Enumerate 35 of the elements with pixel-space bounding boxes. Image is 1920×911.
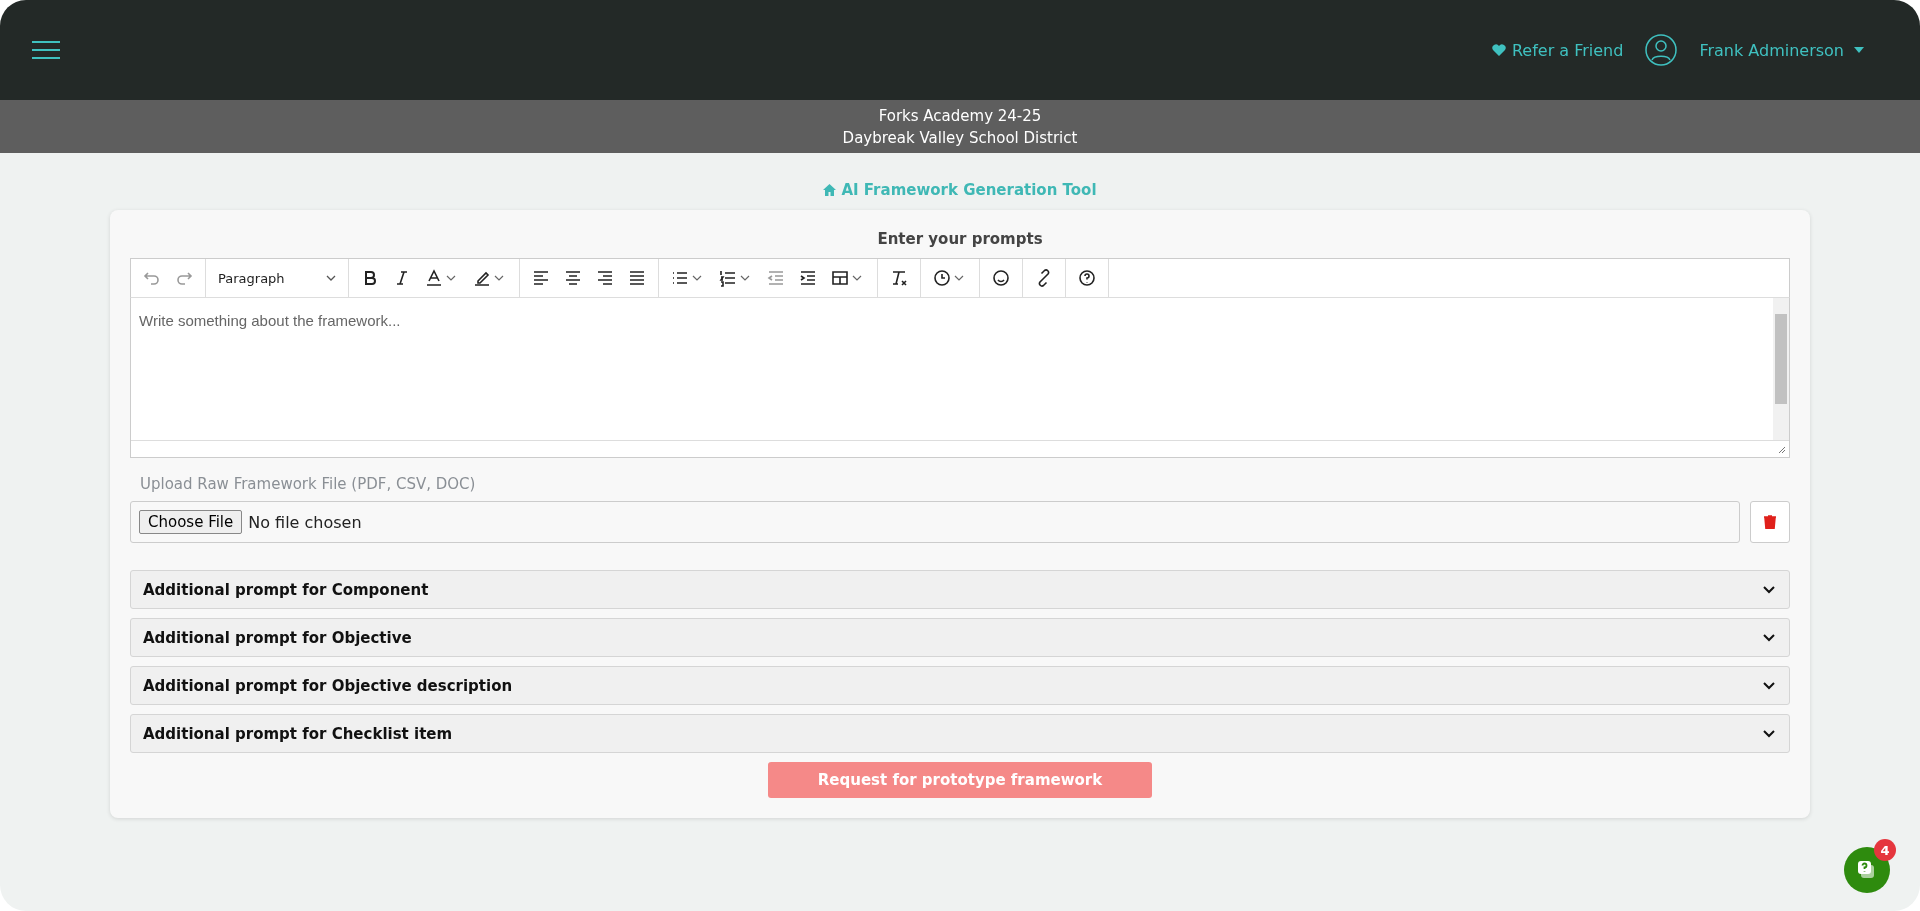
chevron-icon bbox=[1763, 729, 1775, 738]
accordion-title: Additional prompt for Objective bbox=[143, 628, 412, 647]
scrollbar[interactable] bbox=[1773, 298, 1789, 440]
notification-badge: 4 bbox=[1874, 839, 1896, 861]
chevron-icon bbox=[1763, 681, 1775, 690]
accordion-title: Additional prompt for Checklist item bbox=[143, 724, 453, 743]
accordion-header[interactable]: Additional prompt for Checklist item bbox=[130, 714, 1790, 753]
refer-a-friend-link[interactable]: Refer a Friend bbox=[1491, 40, 1624, 60]
school-name: Forks Academy 24-25 bbox=[878, 106, 1042, 125]
choose-file-button[interactable]: Choose File bbox=[139, 510, 243, 534]
help-chat-button[interactable] bbox=[1844, 847, 1890, 893]
block-format-dropdown[interactable]: Paragraph bbox=[212, 270, 342, 286]
page-title: AI Framework Generation Tool bbox=[110, 181, 1810, 199]
home-icon bbox=[823, 184, 837, 196]
accordion-header[interactable]: Additional prompt for Objective bbox=[130, 618, 1790, 657]
accordion-header[interactable]: Additional prompt for Component bbox=[130, 570, 1790, 609]
file-input[interactable]: Choose File No file chosen bbox=[130, 501, 1740, 543]
heart-icon bbox=[1491, 44, 1506, 56]
menu-icon[interactable] bbox=[32, 40, 60, 60]
accordion-header[interactable]: Additional prompt for Objective description bbox=[130, 666, 1790, 705]
user-menu-button[interactable]: Frank Adminerson bbox=[1699, 40, 1864, 60]
district-name: Daybreak Valley School District bbox=[842, 128, 1078, 147]
user-avatar-icon[interactable] bbox=[1645, 34, 1678, 66]
caret-icon bbox=[1854, 47, 1864, 53]
chevron-down-icon bbox=[326, 275, 336, 281]
resize-handle-icon[interactable] bbox=[1778, 446, 1786, 454]
trash-icon bbox=[1764, 515, 1776, 529]
file-status: No file chosen bbox=[248, 512, 362, 532]
editor-heading: Enter your prompts bbox=[876, 230, 1044, 248]
accordion-title: Additional prompt for Objective description bbox=[143, 676, 513, 695]
delete-file-button[interactable] bbox=[1750, 501, 1790, 543]
upload-label: Upload Raw Framework File (PDF, CSV, DOC) bbox=[140, 475, 477, 493]
accordion-title: Additional prompt for Component bbox=[143, 580, 429, 599]
chevron-icon bbox=[1763, 585, 1775, 594]
chevron-icon bbox=[1763, 633, 1775, 642]
